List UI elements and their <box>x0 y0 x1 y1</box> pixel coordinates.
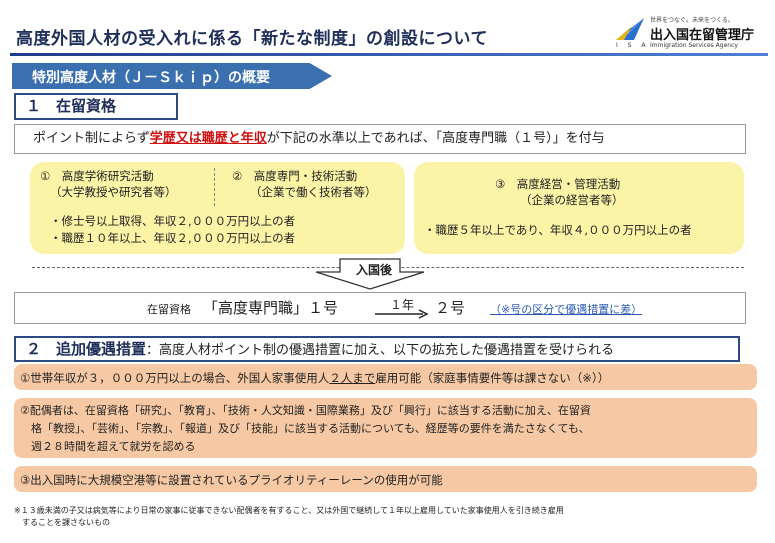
benefit-1-post: 雇用可能（家庭事情要件等は課さない（※）） <box>375 371 610 385</box>
page-title: 高度外国人材の受入れに係る「新たな制度」の創設について <box>16 29 488 49</box>
points-highlight: 学歴又は職歴と年収 <box>149 131 267 146</box>
benefit-2-line3: 週２８時間を超えて就労を認める <box>31 440 196 453</box>
cat1-sub: （大学教授や研究者等） <box>50 185 177 199</box>
ribbon-label: 特別高度人材（Ｊ－Ｓｋｉｐ）の概要 <box>32 70 270 86</box>
req12-a: ・修士号以上取得、年収２,０００万円以上の者 <box>50 214 296 228</box>
section2-title: ２ 追加優遇措置 <box>26 340 147 358</box>
section1-heading: １ 在留資格 <box>14 93 178 120</box>
after-entry-label: 入国後 <box>356 263 393 277</box>
cat2-sub: （企業で働く技術者等） <box>250 185 377 199</box>
benefit-1-underline: ２人まで <box>329 371 376 385</box>
cat3-title: ③ 高度経営・管理活動 <box>495 177 621 191</box>
status-box: 在留資格 「高度専門職」１号 １年 ２号 （※号の区分で優遇措置に差） <box>14 292 746 324</box>
benefit-item-2: ②配偶者は、在留資格「研究」、「教育」、「技術・人文知識・国際業務」及び「興行」… <box>14 398 757 458</box>
benefit-2-line1: ②配偶者は、在留資格「研究」、「教育」、「技術・人文知識・国際業務」及び「興行」… <box>20 404 591 417</box>
logo-english: Immigration Services Agency <box>650 42 738 49</box>
footnote-line1: ※１３歳未満の子又は病気等により日常の家事に従事できない配偶者を有すること、又は… <box>14 506 564 515</box>
status-name: 「高度専門職」１号 <box>203 299 339 317</box>
agency-logo: 世界をつなぐ。未来をつくる。 出入国在留管理庁 Immigration Serv… <box>608 14 773 54</box>
benefit-3-text: ③出入国時に大規模空港等に設置されているプライオリティーレーンの使用が可能 <box>20 473 443 487</box>
cat2-title: ② 高度専門・技術活動 <box>232 169 358 183</box>
cat3-sub: （企業の経営者等） <box>520 193 624 207</box>
overview-ribbon: 特別高度人材（Ｊ－Ｓｋｉｐ）の概要 <box>12 63 332 89</box>
req12-b: ・職歴１０年以上、年収２,０００万円以上の者 <box>50 231 296 245</box>
category-divider <box>214 168 215 206</box>
cat1-title: ① 高度学術研究活動 <box>40 169 154 183</box>
points-pre: ポイント制によらず <box>33 131 150 146</box>
logo-mark-icon <box>616 18 644 40</box>
footnote-line2: することを課さないもの <box>22 518 110 527</box>
benefit-1-text: ①世帯年収が３，０００万円以上の場合、外国人家事使用人２人まで雇用可能（家庭事情… <box>20 370 609 386</box>
status-prefix: 在留資格 <box>147 303 191 316</box>
benefit-1-pre: ①世帯年収が３，０００万円以上の場合、外国人家事使用人 <box>20 371 330 385</box>
logo-isa: I S A <box>616 42 650 49</box>
benefit-2-line2: 格「教授」、「芸術」、「宗教」、「報道」及び「技能」に該当する活動についても、経… <box>31 422 590 435</box>
req3: ・職歴５年以上であり、年収４,０００万円以上の者 <box>424 223 692 237</box>
status-next: ２号 <box>435 299 466 317</box>
benefit-item-1: ①世帯年収が３，０００万円以上の場合、外国人家事使用人２人まで雇用可能（家庭事情… <box>14 364 757 390</box>
benefit-item-3: ③出入国時に大規模空港等に設置されているプライオリティーレーンの使用が可能 <box>14 466 757 492</box>
points-post: が下記の水準以上であれば、「高度専門職（１号）」を付与 <box>266 131 605 146</box>
benefit-2-text: ②配偶者は、在留資格「研究」、「教育」、「技術・人文知識・国際業務」及び「興行」… <box>20 402 591 456</box>
logo-name: 出入国在留管理庁 <box>650 28 755 43</box>
logo-tagline: 世界をつなぐ。未来をつくる。 <box>650 17 734 24</box>
section2-desc: ：高度人材ポイント制の優遇措置に加え、以下の拡充した優遇措置を受けられる <box>146 343 615 358</box>
section2-heading: ２ 追加優遇措置：高度人材ポイント制の優遇措置に加え、以下の拡充した優遇措置を受… <box>14 336 740 362</box>
status-note: （※号の区分で優遇措置に差） <box>490 303 643 316</box>
arrow-right-icon <box>375 309 429 319</box>
points-statement: ポイント制によらず学歴又は職歴と年収が下記の水準以上であれば、「高度専門職（１号… <box>14 124 746 154</box>
